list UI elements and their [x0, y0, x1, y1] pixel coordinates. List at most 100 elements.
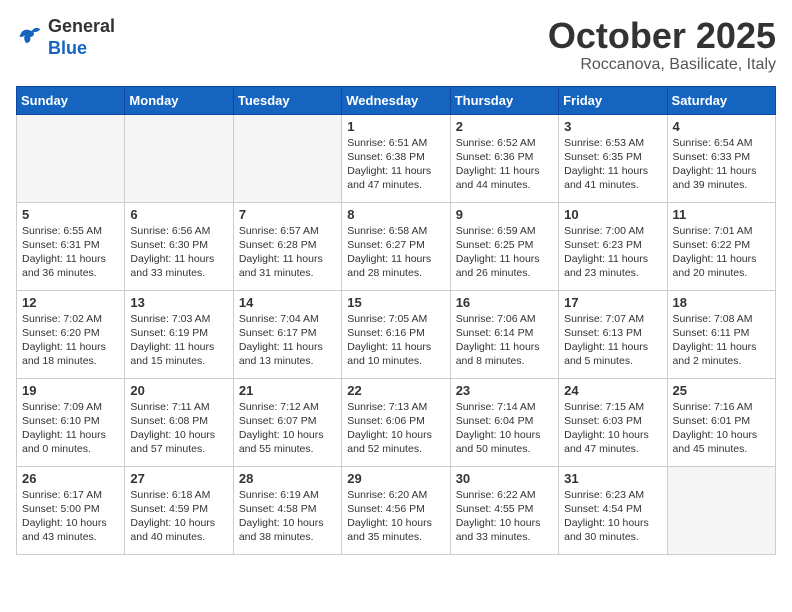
day-info: Sunrise: 6:54 AM Sunset: 6:33 PM Dayligh… — [673, 136, 770, 193]
empty-cell — [17, 114, 125, 202]
day-number: 26 — [22, 471, 119, 486]
day-cell-17: 17 Sunrise: 7:07 AM Sunset: 6:13 PM Dayli… — [559, 290, 667, 378]
day-info: Sunrise: 6:17 AM Sunset: 5:00 PM Dayligh… — [22, 488, 119, 545]
day-number: 31 — [564, 471, 661, 486]
logo-blue-text: Blue — [48, 38, 87, 58]
day-cell-22: 22 Sunrise: 7:13 AM Sunset: 6:06 PM Dayli… — [342, 378, 450, 466]
day-info: Sunrise: 7:03 AM Sunset: 6:19 PM Dayligh… — [130, 312, 227, 369]
week-row-4: 19Sunrise: 7:09 AM Sunset: 6:10 PM Dayli… — [17, 378, 776, 466]
day-cell-31: 31 Sunrise: 6:23 AM Sunset: 4:54 PM Dayli… — [559, 466, 667, 554]
day-number: 14 — [239, 295, 336, 310]
day-info: Sunrise: 6:56 AM Sunset: 6:30 PM Dayligh… — [130, 224, 227, 281]
location-text: Roccanova, Basilicate, Italy — [548, 56, 776, 74]
day-number: 7 — [239, 207, 336, 222]
day-header-monday: Monday — [125, 86, 233, 114]
day-cell-10: 10Sunrise: 7:00 AM Sunset: 6:23 PM Dayli… — [559, 202, 667, 290]
day-number: 25 — [673, 383, 770, 398]
day-cell-27: 27 Sunrise: 6:18 AM Sunset: 4:59 PM Dayli… — [125, 466, 233, 554]
day-number: 9 — [456, 207, 553, 222]
day-header-thursday: Thursday — [450, 86, 558, 114]
week-row-5: 26 Sunrise: 6:17 AM Sunset: 5:00 PM Dayli… — [17, 466, 776, 554]
day-info: Sunrise: 6:51 AM Sunset: 6:38 PM Dayligh… — [347, 136, 444, 193]
day-cell-16: 16 Sunrise: 7:06 AM Sunset: 6:14 PM Dayli… — [450, 290, 558, 378]
day-number: 22 — [347, 383, 444, 398]
day-info: Sunrise: 6:59 AM Sunset: 6:25 PM Dayligh… — [456, 224, 553, 281]
day-header-saturday: Saturday — [667, 86, 775, 114]
day-number: 4 — [673, 119, 770, 134]
title-block: October 2025 Roccanova, Basilicate, Ital… — [548, 16, 776, 74]
logo-general-text: General — [48, 16, 115, 36]
empty-cell — [125, 114, 233, 202]
day-number: 11 — [673, 207, 770, 222]
page-header: General Blue October 2025 Roccanova, Bas… — [16, 16, 776, 74]
day-cell-2: 2Sunrise: 6:52 AM Sunset: 6:36 PM Daylig… — [450, 114, 558, 202]
day-cell-25: 25 Sunrise: 7:16 AM Sunset: 6:01 PM Dayli… — [667, 378, 775, 466]
day-number: 18 — [673, 295, 770, 310]
calendar-table: SundayMondayTuesdayWednesdayThursdayFrid… — [16, 86, 776, 555]
day-number: 12 — [22, 295, 119, 310]
day-number: 28 — [239, 471, 336, 486]
logo: General Blue — [16, 16, 115, 59]
day-info: Sunrise: 7:07 AM Sunset: 6:13 PM Dayligh… — [564, 312, 661, 369]
day-number: 6 — [130, 207, 227, 222]
day-cell-19: 19Sunrise: 7:09 AM Sunset: 6:10 PM Dayli… — [17, 378, 125, 466]
day-number: 29 — [347, 471, 444, 486]
day-number: 17 — [564, 295, 661, 310]
day-cell-23: 23 Sunrise: 7:14 AM Sunset: 6:04 PM Dayli… — [450, 378, 558, 466]
day-info: Sunrise: 7:14 AM Sunset: 6:04 PM Dayligh… — [456, 400, 553, 457]
day-number: 19 — [22, 383, 119, 398]
day-number: 16 — [456, 295, 553, 310]
day-number: 1 — [347, 119, 444, 134]
day-number: 23 — [456, 383, 553, 398]
day-info: Sunrise: 7:05 AM Sunset: 6:16 PM Dayligh… — [347, 312, 444, 369]
month-title: October 2025 — [548, 16, 776, 56]
day-cell-12: 12 Sunrise: 7:02 AM Sunset: 6:20 PM Dayli… — [17, 290, 125, 378]
day-cell-8: 8Sunrise: 6:58 AM Sunset: 6:27 PM Daylig… — [342, 202, 450, 290]
day-info: Sunrise: 6:23 AM Sunset: 4:54 PM Dayligh… — [564, 488, 661, 545]
week-row-3: 12 Sunrise: 7:02 AM Sunset: 6:20 PM Dayli… — [17, 290, 776, 378]
day-info: Sunrise: 6:55 AM Sunset: 6:31 PM Dayligh… — [22, 224, 119, 281]
day-info: Sunrise: 7:16 AM Sunset: 6:01 PM Dayligh… — [673, 400, 770, 457]
day-info: Sunrise: 7:13 AM Sunset: 6:06 PM Dayligh… — [347, 400, 444, 457]
day-number: 10 — [564, 207, 661, 222]
day-info: Sunrise: 6:20 AM Sunset: 4:56 PM Dayligh… — [347, 488, 444, 545]
day-number: 13 — [130, 295, 227, 310]
day-cell-20: 20 Sunrise: 7:11 AM Sunset: 6:08 PM Dayli… — [125, 378, 233, 466]
day-number: 15 — [347, 295, 444, 310]
day-info: Sunrise: 6:58 AM Sunset: 6:27 PM Dayligh… — [347, 224, 444, 281]
day-header-tuesday: Tuesday — [233, 86, 341, 114]
day-info: Sunrise: 6:22 AM Sunset: 4:55 PM Dayligh… — [456, 488, 553, 545]
day-info: Sunrise: 7:11 AM Sunset: 6:08 PM Dayligh… — [130, 400, 227, 457]
day-number: 21 — [239, 383, 336, 398]
day-cell-15: 15 Sunrise: 7:05 AM Sunset: 6:16 PM Dayli… — [342, 290, 450, 378]
day-number: 30 — [456, 471, 553, 486]
day-cell-7: 7 Sunrise: 6:57 AM Sunset: 6:28 PM Daylig… — [233, 202, 341, 290]
day-info: Sunrise: 6:18 AM Sunset: 4:59 PM Dayligh… — [130, 488, 227, 545]
day-cell-13: 13 Sunrise: 7:03 AM Sunset: 6:19 PM Dayli… — [125, 290, 233, 378]
day-cell-30: 30 Sunrise: 6:22 AM Sunset: 4:55 PM Dayli… — [450, 466, 558, 554]
day-header-friday: Friday — [559, 86, 667, 114]
day-cell-11: 11 Sunrise: 7:01 AM Sunset: 6:22 PM Dayli… — [667, 202, 775, 290]
logo-bird-icon — [16, 24, 44, 52]
day-cell-6: 6 Sunrise: 6:56 AM Sunset: 6:30 PM Daylig… — [125, 202, 233, 290]
calendar-header-row: SundayMondayTuesdayWednesdayThursdayFrid… — [17, 86, 776, 114]
week-row-2: 5 Sunrise: 6:55 AM Sunset: 6:31 PM Daylig… — [17, 202, 776, 290]
day-info: Sunrise: 7:02 AM Sunset: 6:20 PM Dayligh… — [22, 312, 119, 369]
day-number: 27 — [130, 471, 227, 486]
day-info: Sunrise: 7:06 AM Sunset: 6:14 PM Dayligh… — [456, 312, 553, 369]
day-number: 20 — [130, 383, 227, 398]
day-number: 3 — [564, 119, 661, 134]
day-info: Sunrise: 7:01 AM Sunset: 6:22 PM Dayligh… — [673, 224, 770, 281]
day-cell-1: 1 Sunrise: 6:51 AM Sunset: 6:38 PM Daylig… — [342, 114, 450, 202]
day-info: Sunrise: 6:57 AM Sunset: 6:28 PM Dayligh… — [239, 224, 336, 281]
day-cell-18: 18Sunrise: 7:08 AM Sunset: 6:11 PM Dayli… — [667, 290, 775, 378]
day-cell-4: 4 Sunrise: 6:54 AM Sunset: 6:33 PM Daylig… — [667, 114, 775, 202]
day-cell-9: 9 Sunrise: 6:59 AM Sunset: 6:25 PM Daylig… — [450, 202, 558, 290]
day-info: Sunrise: 7:12 AM Sunset: 6:07 PM Dayligh… — [239, 400, 336, 457]
day-cell-5: 5 Sunrise: 6:55 AM Sunset: 6:31 PM Daylig… — [17, 202, 125, 290]
day-cell-29: 29 Sunrise: 6:20 AM Sunset: 4:56 PM Dayli… — [342, 466, 450, 554]
day-info: Sunrise: 6:52 AM Sunset: 6:36 PM Dayligh… — [456, 136, 553, 193]
week-row-1: 1 Sunrise: 6:51 AM Sunset: 6:38 PM Daylig… — [17, 114, 776, 202]
day-header-sunday: Sunday — [17, 86, 125, 114]
day-number: 5 — [22, 207, 119, 222]
